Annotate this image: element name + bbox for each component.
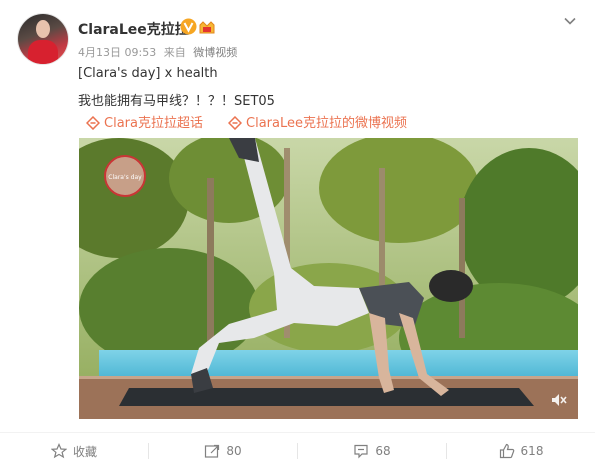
post-meta: 4月13日 09:53 来自 微博视频 xyxy=(78,44,241,60)
video-icon xyxy=(228,116,242,130)
video-player[interactable]: Clara's day xyxy=(79,138,578,419)
topic-icon xyxy=(86,116,100,130)
action-toolbar: 收藏 80 68 618 xyxy=(0,432,595,469)
video-frame-image: Clara's day xyxy=(79,138,578,419)
like-count: 618 xyxy=(520,444,544,458)
comment-icon xyxy=(354,444,368,459)
mute-icon[interactable] xyxy=(550,391,568,409)
video-link[interactable]: ClaraLee克拉拉的微博视频 xyxy=(228,112,407,131)
video-watermark: Clara's day xyxy=(108,174,142,181)
star-icon xyxy=(50,443,67,459)
post-text-line-1: [Clara's day] x health xyxy=(78,66,218,81)
repost-button[interactable]: 80 xyxy=(149,433,297,469)
comment-button[interactable]: 68 xyxy=(298,433,446,469)
post-text-line-2: 我也能拥有马甲线？！？！SET05 xyxy=(78,94,275,109)
post-source-prefix: 来自 xyxy=(163,46,186,59)
video-link-label: ClaraLee克拉拉的微博视频 xyxy=(246,116,407,131)
repost-icon xyxy=(205,444,220,458)
favorite-label: 收藏 xyxy=(72,444,97,459)
like-button[interactable]: 618 xyxy=(447,433,595,469)
topic-link-label: Clara克拉拉超话 xyxy=(104,116,203,131)
weibo-post-card: ClaraLee克拉拉 4月13日 09:53 来自 微博视频 [Clara's… xyxy=(0,0,595,469)
avatar[interactable] xyxy=(18,14,68,64)
avatar-face xyxy=(36,20,50,38)
post-date[interactable]: 4月13日 09:53 xyxy=(78,46,156,59)
post-source[interactable]: 微博视频 xyxy=(193,46,237,59)
like-icon xyxy=(499,443,514,459)
chevron-down-icon[interactable] xyxy=(563,14,577,28)
avatar-dress xyxy=(28,40,58,64)
user-name[interactable]: ClaraLee克拉拉 xyxy=(78,19,189,39)
topic-link[interactable]: Clara克拉拉超话 xyxy=(86,112,203,131)
comment-count: 68 xyxy=(375,444,391,458)
verified-icon xyxy=(180,18,197,35)
favorite-button[interactable]: 收藏 xyxy=(0,433,148,469)
repost-count: 80 xyxy=(226,444,242,458)
member-icon[interactable] xyxy=(198,19,216,35)
